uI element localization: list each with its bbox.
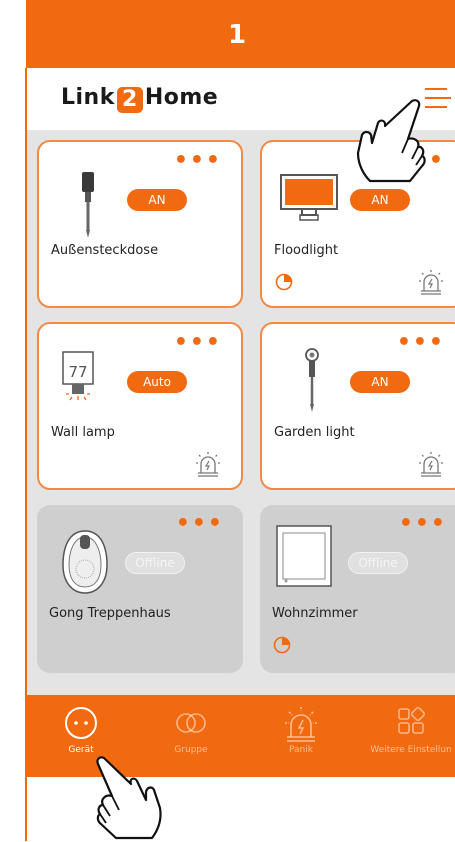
nav-tab-panic[interactable]: Panik bbox=[251, 695, 351, 777]
step-number: 1 bbox=[228, 20, 247, 50]
garden-light-icon bbox=[305, 348, 319, 412]
logo-text-home: Home bbox=[144, 85, 219, 110]
status-badge[interactable]: AN bbox=[127, 189, 187, 211]
device-name: Garden light bbox=[274, 425, 355, 440]
status-badge: Offline bbox=[348, 552, 408, 574]
nav-label: Panik bbox=[289, 745, 313, 755]
device-card-offline[interactable]: ••• Offline Wohnzimmer bbox=[260, 505, 455, 673]
more-settings-grid-icon bbox=[398, 706, 426, 734]
device-card-offline[interactable]: ••• Offline Gong Treppenhaus bbox=[37, 505, 243, 673]
device-name: Wall lamp bbox=[51, 425, 115, 440]
app-logo: Link 2 Home bbox=[61, 85, 218, 113]
device-icon bbox=[65, 707, 97, 739]
panic-alarm-icon bbox=[285, 707, 317, 742]
timer-icon[interactable] bbox=[273, 636, 291, 654]
hand-pointer-icon bbox=[356, 99, 426, 183]
status-badge[interactable]: AN bbox=[350, 189, 410, 211]
wall-switch-icon bbox=[276, 525, 332, 587]
nav-tab-settings[interactable]: Weitere Einstellun bbox=[361, 695, 455, 777]
lamp-display-value: 77 bbox=[68, 363, 87, 381]
device-name: Floodlight bbox=[274, 243, 339, 258]
more-options-icon[interactable]: ••• bbox=[397, 332, 445, 354]
device-name: Gong Treppenhaus bbox=[49, 606, 171, 621]
timer-icon[interactable] bbox=[275, 273, 293, 291]
hand-pointer-icon bbox=[96, 756, 162, 840]
outdoor-socket-icon bbox=[82, 172, 94, 238]
status-badge[interactable]: AN bbox=[350, 371, 410, 393]
device-card[interactable]: ••• AN Außensteckdose bbox=[37, 140, 243, 308]
panic-alarm-icon[interactable] bbox=[418, 451, 444, 477]
device-grid: ••• AN Außensteckdose ••• AN Floodlight bbox=[27, 130, 455, 695]
logo-badge: 2 bbox=[116, 87, 143, 113]
device-card[interactable]: ••• AN Garden light bbox=[260, 322, 455, 490]
door-gong-icon bbox=[62, 530, 108, 594]
more-options-icon[interactable]: ••• bbox=[176, 513, 224, 535]
wall-lamp-icon: 77 bbox=[62, 351, 94, 401]
more-options-icon[interactable]: ••• bbox=[174, 150, 222, 172]
device-card[interactable]: ••• 77 Auto Wall lamp bbox=[37, 322, 243, 490]
panic-alarm-icon[interactable] bbox=[195, 451, 221, 477]
status-badge: Offline bbox=[125, 552, 185, 574]
floodlight-icon bbox=[280, 174, 338, 221]
nav-label: Weitere Einstellun bbox=[370, 745, 452, 755]
panic-alarm-icon[interactable] bbox=[418, 269, 444, 295]
more-options-icon[interactable]: ••• bbox=[174, 332, 222, 354]
group-rings-icon bbox=[176, 713, 206, 733]
logo-text-link: Link bbox=[61, 85, 115, 110]
device-name: Wohnzimmer bbox=[272, 606, 358, 621]
status-badge[interactable]: Auto bbox=[127, 371, 187, 393]
device-name: Außensteckdose bbox=[51, 243, 159, 258]
more-options-icon[interactable]: ••• bbox=[399, 513, 447, 535]
